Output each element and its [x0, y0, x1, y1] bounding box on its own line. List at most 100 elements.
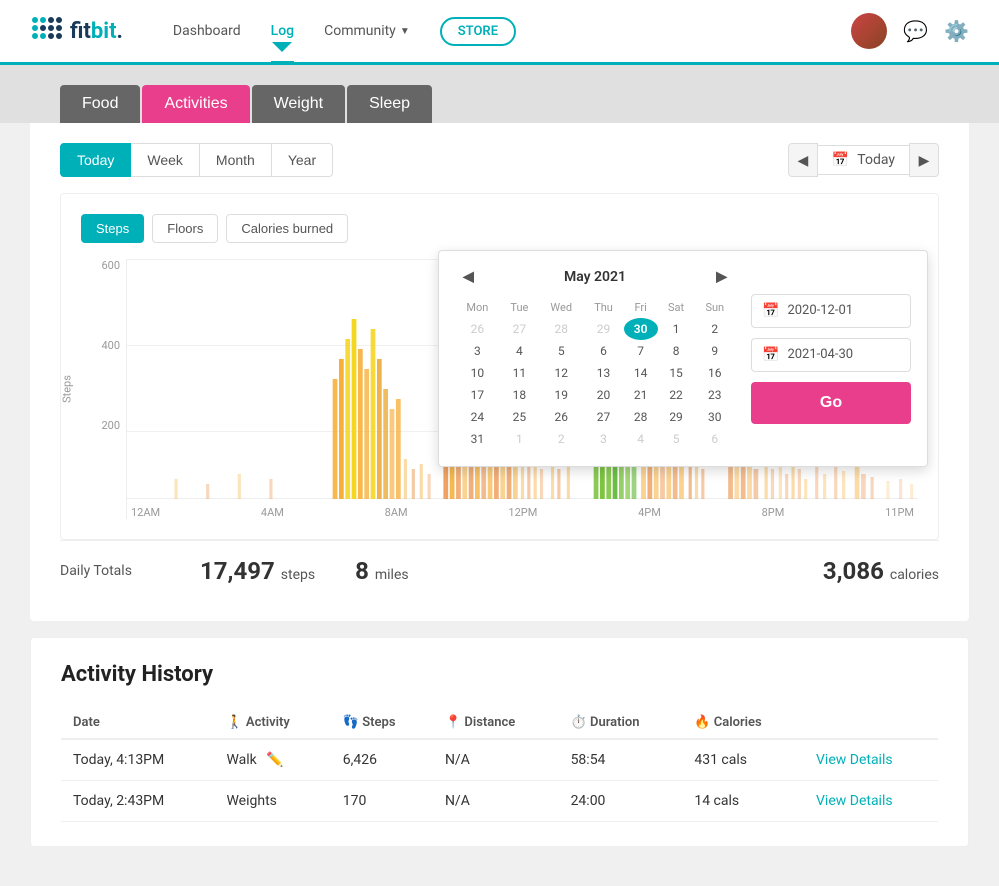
x-axis: 12AM 4AM 8AM 12PM 4PM 8PM 11PM — [127, 506, 918, 519]
tab-activities[interactable]: Activities — [142, 85, 249, 123]
cal-day[interactable]: 22 — [658, 384, 695, 406]
cal-day[interactable]: 23 — [695, 384, 735, 406]
cal-day[interactable]: 30 — [695, 406, 735, 428]
steps-icon: 👣 — [343, 715, 359, 730]
chart-tab-steps[interactable]: Steps — [81, 214, 144, 243]
main-nav: Dashboard Log Community ▼ STORE — [173, 1, 851, 61]
chart-tab-floors[interactable]: Floors — [152, 214, 218, 243]
period-year[interactable]: Year — [272, 143, 333, 177]
cal-day[interactable]: 6 — [695, 428, 735, 450]
cal-day[interactable]: 21 — [624, 384, 658, 406]
th-actions — [804, 707, 938, 739]
cal-day[interactable]: 7 — [624, 340, 658, 362]
cal-day[interactable]: 3 — [583, 428, 623, 450]
cal-day[interactable]: 5 — [539, 340, 583, 362]
nav-dashboard[interactable]: Dashboard — [173, 1, 241, 64]
cal-day[interactable]: 2 — [539, 428, 583, 450]
cal-day[interactable]: 3 — [455, 340, 500, 362]
cal-day[interactable]: 19 — [539, 384, 583, 406]
activity-history-title: Activity History — [61, 662, 938, 687]
cal-day-today[interactable]: 30 — [624, 318, 658, 340]
period-week[interactable]: Week — [131, 143, 200, 177]
cal-day[interactable]: 28 — [539, 318, 583, 340]
cal-day[interactable]: 26 — [539, 406, 583, 428]
cal-day[interactable]: 29 — [658, 406, 695, 428]
cal-day[interactable]: 31 — [455, 428, 500, 450]
date-text: Today — [857, 152, 895, 168]
date-display[interactable]: 📅 Today — [818, 145, 909, 175]
edit-pencil-icon[interactable]: ✏️ — [266, 752, 283, 768]
th-activity: 🚶 Activity — [214, 707, 330, 739]
nav-store[interactable]: STORE — [440, 17, 516, 46]
steps-total: 17,497 steps — [200, 557, 315, 585]
cal-day[interactable]: 27 — [500, 318, 539, 340]
y-label-400: 400 — [101, 339, 120, 352]
cal-day[interactable]: 25 — [500, 406, 539, 428]
calendar-header: ◀ May 2021 ▶ — [455, 267, 735, 287]
y-label-200: 200 — [101, 419, 120, 432]
cal-week-2: 3 4 5 6 7 8 9 — [455, 340, 735, 362]
cal-day[interactable]: 2 — [695, 318, 735, 340]
logo[interactable]: fitbit. — [30, 15, 123, 47]
date-prev-btn[interactable]: ◀ — [788, 143, 818, 177]
cal-day[interactable]: 6 — [583, 340, 623, 362]
calendar-prev-btn[interactable]: ◀ — [455, 267, 482, 287]
tab-food[interactable]: Food — [60, 85, 140, 123]
view-details-link[interactable]: View Details — [816, 752, 893, 768]
cal-day[interactable]: 8 — [658, 340, 695, 362]
cal-day[interactable]: 1 — [658, 318, 695, 340]
date-from-value: 2020-12-01 — [787, 303, 853, 318]
row-link[interactable]: View Details — [804, 739, 938, 781]
cal-day[interactable]: 4 — [624, 428, 658, 450]
cal-day[interactable]: 11 — [500, 362, 539, 384]
cal-day[interactable]: 20 — [583, 384, 623, 406]
row-steps: 170 — [331, 781, 433, 822]
y-axis: 600 400 200 Steps — [81, 259, 126, 519]
cal-day[interactable]: 16 — [695, 362, 735, 384]
cal-day[interactable]: 9 — [695, 340, 735, 362]
tab-weight[interactable]: Weight — [252, 85, 346, 123]
cal-day[interactable]: 13 — [583, 362, 623, 384]
date-to-field[interactable]: 📅 2021-04-30 — [751, 338, 911, 372]
x-label-11pm: 11PM — [885, 506, 914, 519]
cal-day[interactable]: 5 — [658, 428, 695, 450]
history-table: Date 🚶 Activity 👣 Steps 📍 Distance ⏱️ Du… — [61, 707, 938, 822]
period-month[interactable]: Month — [200, 143, 272, 177]
cal-day[interactable]: 24 — [455, 406, 500, 428]
settings-icon[interactable]: ⚙️ — [944, 19, 969, 43]
cal-day[interactable]: 27 — [583, 406, 623, 428]
cal-day[interactable]: 12 — [539, 362, 583, 384]
cal-day[interactable]: 17 — [455, 384, 500, 406]
date-to-value: 2021-04-30 — [787, 347, 853, 362]
messages-icon[interactable]: 💬 — [903, 19, 928, 43]
nav-community[interactable]: Community — [324, 23, 396, 39]
cal-day[interactable]: 1 — [500, 428, 539, 450]
go-button[interactable]: Go — [751, 382, 911, 424]
cal-day[interactable]: 28 — [624, 406, 658, 428]
cal-day[interactable]: 18 — [500, 384, 539, 406]
view-details-link[interactable]: View Details — [816, 793, 893, 809]
chart-tab-calories[interactable]: Calories burned — [226, 214, 348, 243]
th-steps: 👣 Steps — [331, 707, 433, 739]
calendar-next-btn[interactable]: ▶ — [708, 267, 735, 287]
row-link[interactable]: View Details — [804, 781, 938, 822]
tab-sleep[interactable]: Sleep — [347, 85, 432, 123]
date-from-field[interactable]: 📅 2020-12-01 — [751, 294, 911, 328]
miles-unit: miles — [375, 567, 409, 583]
calories-total: 3,086 calories — [823, 557, 939, 585]
cal-day-mon: Mon — [455, 297, 500, 318]
cal-day[interactable]: 29 — [583, 318, 623, 340]
flame-icon: 🔥 — [694, 715, 710, 730]
chart-container: Steps Floors Calories burned 600 400 200… — [60, 193, 939, 540]
cal-week-5: 24 25 26 27 28 29 30 — [455, 406, 735, 428]
cal-day[interactable]: 4 — [500, 340, 539, 362]
cal-day[interactable]: 10 — [455, 362, 500, 384]
cal-day[interactable]: 15 — [658, 362, 695, 384]
cal-day[interactable]: 14 — [624, 362, 658, 384]
avatar[interactable] — [851, 13, 887, 49]
nav-community-wrapper[interactable]: Community ▼ — [324, 23, 410, 39]
date-next-btn[interactable]: ▶ — [909, 143, 939, 177]
nav-log[interactable]: Log — [271, 1, 294, 64]
period-today[interactable]: Today — [60, 143, 131, 177]
cal-day[interactable]: 26 — [455, 318, 500, 340]
